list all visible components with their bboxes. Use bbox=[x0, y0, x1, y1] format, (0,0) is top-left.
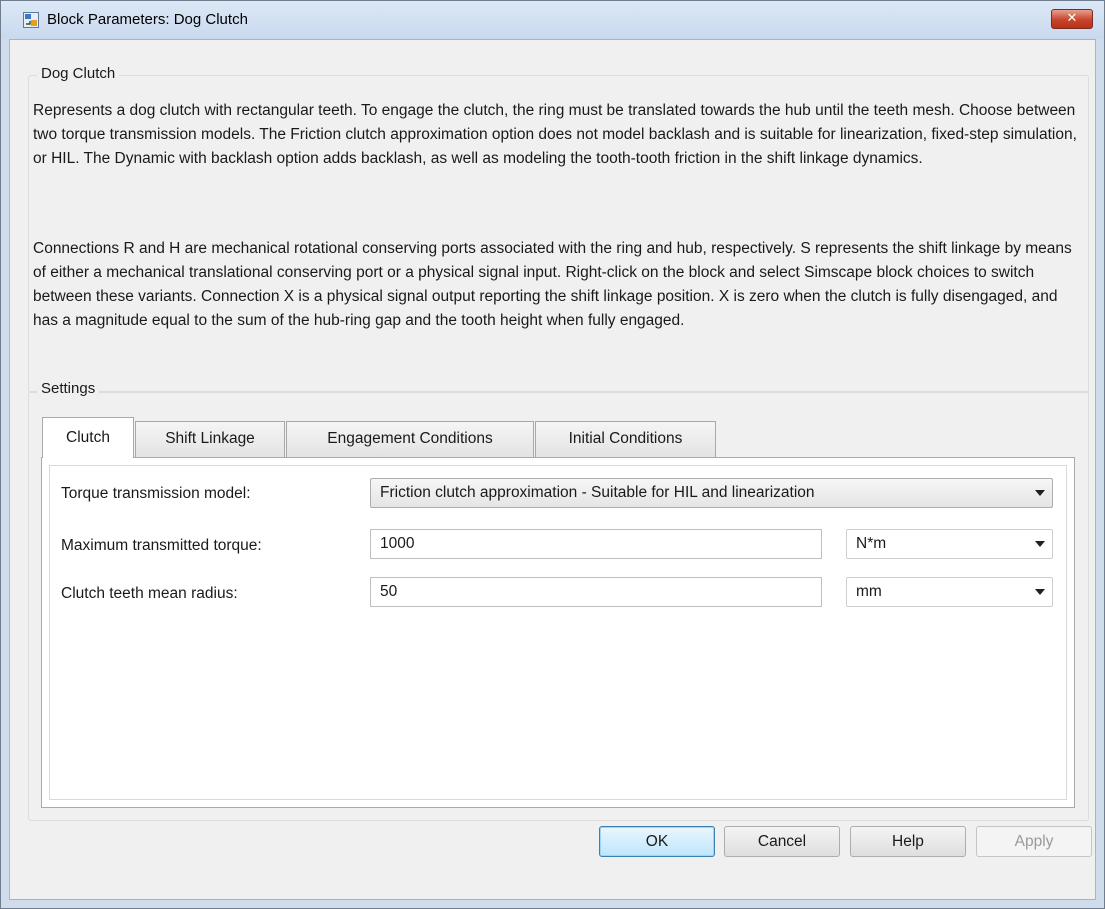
max-torque-unit-value: N*m bbox=[856, 535, 887, 552]
max-torque-unit-dropdown[interactable]: N*m bbox=[846, 529, 1053, 559]
help-button[interactable]: Help bbox=[850, 826, 966, 857]
chevron-down-icon bbox=[1035, 490, 1045, 496]
chevron-down-icon bbox=[1035, 541, 1045, 547]
ok-button[interactable]: OK bbox=[599, 826, 715, 857]
window-title: Block Parameters: Dog Clutch bbox=[47, 11, 248, 28]
close-icon: ✕ bbox=[1066, 11, 1078, 26]
chevron-down-icon bbox=[1035, 589, 1045, 595]
close-button[interactable]: ✕ bbox=[1051, 9, 1093, 29]
description-paragraph-1: Represents a dog clutch with rectangular… bbox=[33, 102, 1077, 167]
dialog-window: Block Parameters: Dog Clutch ✕ Dog Clutc… bbox=[0, 0, 1105, 909]
tab-shift-linkage[interactable]: Shift Linkage bbox=[135, 421, 285, 457]
description-group-title: Dog Clutch bbox=[37, 65, 120, 82]
tab-engagement-conditions[interactable]: Engagement Conditions bbox=[286, 421, 534, 457]
tab-panel-frame bbox=[49, 465, 1067, 800]
clutch-tab-panel bbox=[41, 457, 1075, 808]
max-torque-label: Maximum transmitted torque: bbox=[61, 537, 262, 554]
mean-radius-label: Clutch teeth mean radius: bbox=[61, 585, 238, 602]
mean-radius-unit-dropdown[interactable]: mm bbox=[846, 577, 1053, 607]
apply-button[interactable]: Apply bbox=[976, 826, 1092, 857]
tab-initial-conditions[interactable]: Initial Conditions bbox=[535, 421, 716, 457]
block-parameters-icon bbox=[23, 12, 39, 28]
settings-group-title: Settings bbox=[37, 380, 100, 397]
tab-clutch[interactable]: Clutch bbox=[42, 417, 134, 458]
description-paragraph-2: Connections R and H are mechanical rotat… bbox=[33, 240, 1072, 329]
mean-radius-input[interactable]: 50 bbox=[370, 577, 822, 607]
title-bar[interactable]: Block Parameters: Dog Clutch ✕ bbox=[1, 1, 1104, 39]
torque-model-dropdown[interactable]: Friction clutch approximation - Suitable… bbox=[370, 478, 1053, 508]
torque-model-value: Friction clutch approximation - Suitable… bbox=[380, 484, 815, 501]
max-torque-input[interactable]: 1000 bbox=[370, 529, 822, 559]
cancel-button[interactable]: Cancel bbox=[724, 826, 840, 857]
mean-radius-unit-value: mm bbox=[856, 583, 882, 600]
torque-model-label: Torque transmission model: bbox=[61, 485, 251, 502]
